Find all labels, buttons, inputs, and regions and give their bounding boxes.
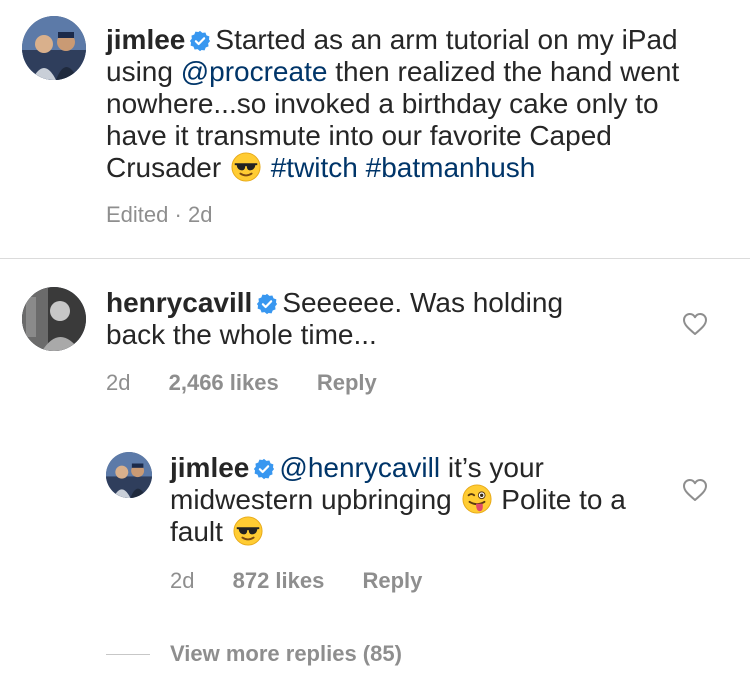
verified-badge-icon xyxy=(254,458,275,480)
reply-likes-count[interactable]: 872 likes xyxy=(233,568,325,593)
heart-outline-icon[interactable] xyxy=(682,312,708,336)
verified-badge-icon xyxy=(190,30,211,52)
username-jimlee[interactable]: jimlee xyxy=(106,24,185,55)
heart-outline-icon[interactable] xyxy=(682,478,708,502)
reply-meta: 2d 872 likes Reply xyxy=(170,568,454,594)
hashtag-twitch[interactable]: #twitch xyxy=(271,152,358,183)
likes-count[interactable]: 2,466 likes xyxy=(169,370,279,395)
avatar-jimlee[interactable] xyxy=(22,16,86,80)
username-jimlee-reply[interactable]: jimlee xyxy=(170,452,249,483)
edited-label: Edited xyxy=(106,202,169,227)
winking-tongue-emoji-icon xyxy=(461,484,492,514)
mention-henrycavill[interactable]: @henrycavill xyxy=(279,452,440,483)
caption-timestamp[interactable]: 2d xyxy=(188,202,212,227)
reply-reply-button[interactable]: Reply xyxy=(362,568,422,593)
caption-divider xyxy=(0,258,750,259)
view-more-replies-button[interactable]: View more replies (85) xyxy=(170,641,402,667)
sunglasses-emoji-icon xyxy=(233,516,263,546)
caption-comment: jimlee Started as an arm tutorial on my i… xyxy=(106,24,726,184)
view-more-divider xyxy=(106,654,150,655)
comment-henrycavill: henrycavill Seeeeee. Was holding back the… xyxy=(106,287,626,351)
reply-comment: jimlee @henrycavill it’s your midwestern … xyxy=(170,452,650,548)
reply-button[interactable]: Reply xyxy=(317,370,377,395)
comment-timestamp[interactable]: 2d xyxy=(106,370,130,395)
henrycavill-meta: 2d 2,466 likes Reply xyxy=(106,370,409,396)
mention-procreate[interactable]: @procreate xyxy=(181,56,328,87)
sunglasses-emoji-icon xyxy=(231,152,261,182)
hashtag-batmanhush[interactable]: #batmanhush xyxy=(366,152,536,183)
verified-badge-icon xyxy=(257,293,278,315)
username-henrycavill[interactable]: henrycavill xyxy=(106,287,252,318)
meta-separator: · xyxy=(174,202,182,227)
reply-timestamp[interactable]: 2d xyxy=(170,568,194,593)
avatar-jimlee-reply[interactable] xyxy=(106,452,152,498)
avatar-henrycavill[interactable] xyxy=(22,287,86,351)
caption-meta: Edited · 2d xyxy=(106,202,244,228)
